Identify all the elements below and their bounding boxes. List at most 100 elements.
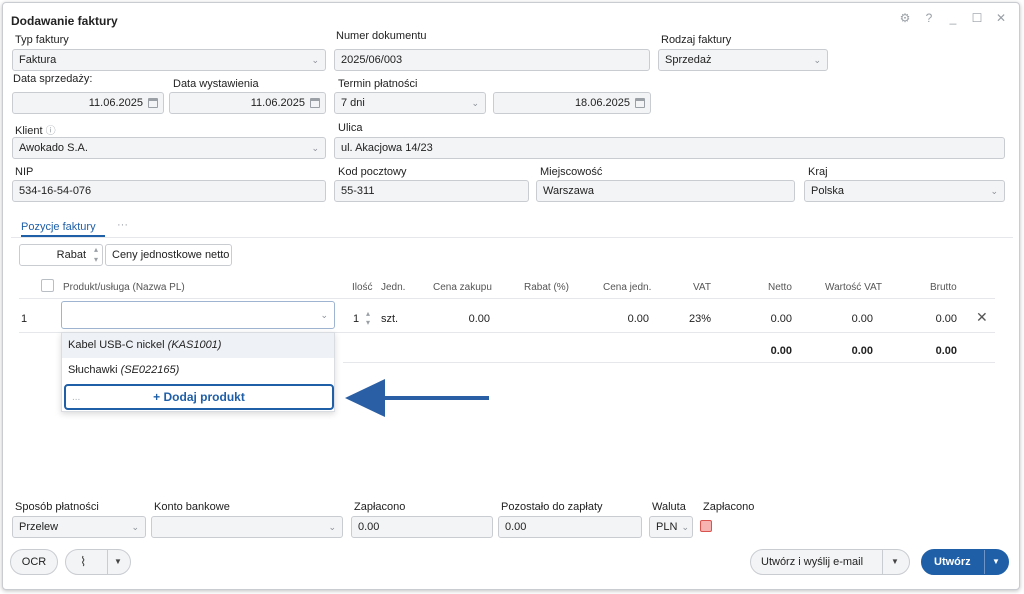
nip-input[interactable]: 534-16-54-076 [12, 180, 326, 202]
konto-bankowe-select[interactable]: ⌄ [151, 516, 343, 538]
waluta-value: PLN [656, 521, 678, 533]
caret-down-icon[interactable]: ▼ [992, 550, 1000, 574]
col-unit: Jedn. [381, 282, 406, 293]
invoice-dialog: Dodawanie faktury ⚙ ? _ ☐ ✕ Typ faktury … [2, 2, 1020, 590]
ulica-input[interactable]: ul. Akacjowa 14/23 [334, 137, 1005, 159]
row-qty[interactable]: 1 [353, 313, 359, 325]
chevron-down-icon: ⌄ [311, 143, 319, 153]
typ-faktury-label: Typ faktury [15, 34, 69, 46]
row-purchase-price[interactable]: 0.00 [433, 313, 490, 325]
tab-pozycje-faktury[interactable]: Pozycje faktury [21, 221, 96, 233]
qty-stepper-icon[interactable]: ▴ ▾ [366, 309, 370, 327]
caret-down-icon[interactable]: ▼ [114, 550, 122, 574]
remove-row-icon[interactable]: ✕ [976, 309, 988, 326]
minimize-icon[interactable]: _ [945, 10, 961, 26]
row-number: 1 [21, 313, 28, 325]
col-qty: Ilość [352, 282, 373, 293]
col-vat-value: Wartość VAT [825, 282, 883, 293]
termin-platnosci-label: Termin płatności [338, 78, 418, 90]
button-divider [984, 550, 985, 574]
sposob-platnosci-select[interactable]: Przelew ⌄ [12, 516, 146, 538]
row-unit-price[interactable]: 0.00 [593, 313, 649, 325]
help-icon[interactable]: ? [921, 10, 937, 26]
data-wystawienia-input[interactable]: 11.06.2025 [169, 92, 326, 114]
zaplacono-check-label: Zapłacono [703, 501, 755, 513]
nip-label: NIP [15, 166, 34, 178]
rabat-stepper[interactable]: Rabat ▴ ▾ [19, 244, 103, 266]
maximize-icon[interactable]: ☐ [969, 10, 985, 26]
miejscowosc-input[interactable]: Warszawa [536, 180, 795, 202]
pozostalo-input: 0.00 [498, 516, 642, 538]
chevron-down-icon: ⌄ [217, 250, 225, 260]
arrow-left-annotation [345, 379, 489, 417]
add-product-label: + Dodaj produkt [153, 390, 245, 404]
create-button[interactable]: Utwórz ▼ [921, 549, 1009, 575]
total-vat-value: 0.00 [851, 345, 873, 357]
info-icon[interactable]: ⓘ [46, 126, 56, 137]
konto-bankowe-label: Konto bankowe [154, 501, 230, 513]
dropdown-item[interactable]: Kabel USB-C nickel (KAS1001) [62, 333, 334, 358]
rodzaj-faktury-label: Rodzaj faktury [661, 34, 732, 46]
add-product-button[interactable]: ... + Dodaj produkt [64, 384, 334, 410]
pozostalo-label: Pozostało do zapłaty [501, 501, 603, 513]
calendar-icon[interactable] [148, 98, 158, 108]
zaplacono-checkbox[interactable] [700, 520, 712, 532]
data-sprzedazy-input[interactable]: 11.06.2025 [12, 92, 164, 114]
zaplacono-input[interactable]: 0.00 [351, 516, 493, 538]
calendar-icon[interactable] [310, 98, 320, 108]
close-icon[interactable]: ✕ [993, 10, 1009, 26]
stepper-arrows-icon[interactable]: ▴ ▾ [94, 245, 98, 265]
dropdown-item-code: (KAS1001) [167, 339, 222, 351]
termin-date-input[interactable]: 18.06.2025 [493, 92, 651, 114]
col-purchase-price: Cena zakupu [433, 282, 492, 293]
kod-pocztowy-label: Kod pocztowy [338, 166, 407, 178]
ocr-button[interactable]: OCR [10, 549, 58, 575]
total-brutto: 0.00 [935, 345, 957, 357]
send-email-button[interactable]: Utwórz i wyślij e-mail ▼ [750, 549, 910, 575]
termin-platnosci-value: 7 dni [341, 97, 365, 109]
settings-icon[interactable]: ⚙ [897, 10, 913, 26]
kod-pocztowy-input[interactable]: 55-311 [334, 180, 529, 202]
kraj-label: Kraj [808, 166, 828, 178]
chevron-down-icon: ⌄ [471, 98, 479, 108]
waluta-select[interactable]: PLN ⌄ [649, 516, 693, 538]
dropdown-item-name: Słuchawki [68, 364, 118, 376]
chevron-down-icon: ⌄ [131, 522, 139, 532]
product-select[interactable]: ⌄ [61, 301, 335, 329]
termin-date-value: 18.06.2025 [574, 97, 630, 109]
numer-dokumentu-input[interactable]: 2025/06/003 [334, 49, 650, 71]
klient-select[interactable]: Awokado S.A. ⌄ [12, 137, 326, 159]
row-netto: 0.00 [770, 313, 792, 325]
typ-faktury-value: Faktura [19, 54, 57, 66]
caret-down-icon[interactable]: ▼ [891, 550, 899, 574]
chevron-down-icon: ⌄ [328, 522, 336, 532]
chevron-down-icon: ⌄ [681, 522, 689, 532]
numer-dokumentu-label: Numer dokumentu [336, 30, 427, 42]
row-unit[interactable]: szt. [381, 313, 398, 325]
calendar-icon[interactable] [635, 98, 645, 108]
chevron-down-icon: ⌄ [813, 55, 821, 65]
termin-platnosci-select[interactable]: 7 dni ⌄ [334, 92, 486, 114]
dropdown-item[interactable]: Słuchawki (SE022165) [62, 358, 334, 383]
ceny-select[interactable]: Ceny jednostkowe netto ⌄ [105, 244, 232, 266]
col-vat: VAT [693, 282, 711, 293]
kraj-select[interactable]: Polska ⌄ [804, 180, 1005, 202]
kraj-value: Polska [811, 185, 845, 197]
klient-value: Awokado S.A. [19, 142, 88, 154]
typ-faktury-select[interactable]: Faktura ⌄ [12, 49, 326, 71]
sposob-platnosci-value: Przelew [19, 521, 59, 533]
button-divider [107, 550, 108, 574]
row-vat[interactable]: 23% [689, 313, 711, 325]
data-wystawienia-label: Data wystawienia [173, 78, 259, 90]
select-all-checkbox[interactable] [41, 279, 54, 292]
send-email-label: Utwórz i wyślij e-mail [761, 556, 864, 568]
rodzaj-faktury-select[interactable]: Sprzedaż ⌄ [658, 49, 828, 71]
button-divider [882, 550, 883, 574]
col-unit-price: Cena jedn. [603, 282, 652, 293]
data-sprzedazy-label: Data sprzedaży: [13, 73, 93, 85]
ceny-value: Ceny jednostkowe netto [112, 249, 230, 261]
rodzaj-faktury-value: Sprzedaż [665, 54, 712, 66]
tab-more[interactable]: ··· [117, 219, 128, 231]
col-netto: Netto [768, 282, 792, 293]
attachment-button[interactable]: ⌇ ▼ [65, 549, 131, 575]
